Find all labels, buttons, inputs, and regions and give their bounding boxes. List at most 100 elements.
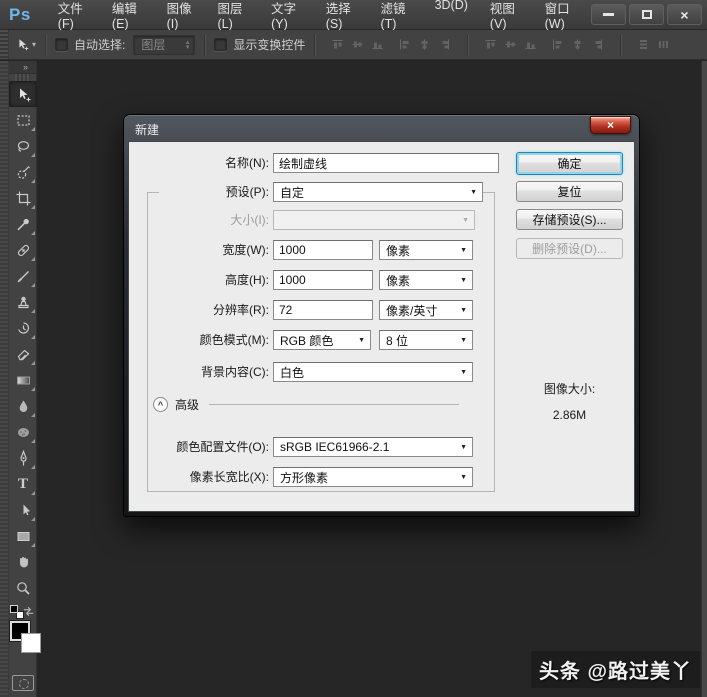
tool-lasso[interactable] (9, 133, 37, 159)
advanced-expander[interactable]: ^ 高级 (153, 396, 460, 413)
minimize-button[interactable] (591, 4, 626, 25)
color-mode-dropdown[interactable]: RGB 颜色 ▼ (273, 330, 371, 350)
tool-eraser[interactable] (9, 341, 37, 367)
history-brush-tool-icon (17, 321, 29, 334)
dropdown-arrow-icon: ▼ (460, 369, 467, 376)
marquee-tool-icon (16, 114, 30, 126)
distribute-vertical-space-icon[interactable] (635, 34, 652, 56)
width-unit-dropdown[interactable]: 像素 ▼ (379, 240, 473, 260)
pixel-aspect-label: 像素长宽比(X): (189, 470, 269, 484)
tool-sponge[interactable] (9, 419, 37, 445)
swap-colors-button[interactable] (22, 605, 35, 621)
tool-history-brush[interactable] (9, 315, 37, 341)
resolution-input[interactable] (273, 300, 373, 320)
auto-select-target-dropdown[interactable]: 图层 ▴ ▾ (133, 34, 196, 55)
close-icon: × (680, 6, 689, 23)
distribute-horizontal-space-icon[interactable] (655, 34, 672, 56)
dropdown-arrow-icon: ▼ (460, 444, 467, 451)
tool-blur[interactable] (9, 393, 37, 419)
resolution-unit-dropdown[interactable]: 像素/英寸 ▼ (379, 300, 473, 320)
tool-crop[interactable] (9, 185, 37, 211)
tool-rectangle-shape[interactable] (9, 523, 37, 549)
width-unit-value: 像素 (386, 243, 411, 258)
align-group-3 (482, 34, 539, 56)
align-vertical-centers-icon[interactable] (349, 34, 366, 56)
name-input[interactable] (273, 153, 499, 173)
separator (314, 33, 316, 56)
distribute-vertical-centers-icon[interactable] (502, 34, 519, 56)
tool-gradient[interactable] (9, 367, 37, 393)
options-bar: ▾ 自动选择: 图层 ▴ ▾ 显示变换控件 (0, 30, 707, 60)
zoom-tool-icon (16, 581, 30, 595)
distribute-bottom-edges-icon[interactable] (522, 34, 539, 56)
rectangle-shape-tool-icon (17, 531, 29, 541)
distribute-left-edges-icon[interactable] (549, 34, 566, 56)
pixel-aspect-dropdown[interactable]: 方形像素 ▼ (273, 467, 473, 487)
close-window-button[interactable]: × (667, 4, 702, 25)
reset-button[interactable]: 复位 (516, 181, 623, 202)
eraser-tool-icon (17, 349, 29, 360)
tools-panel-grip[interactable] (0, 61, 9, 697)
align-bottom-edges-icon[interactable] (369, 34, 386, 56)
color-profile-label: 颜色配置文件(O): (176, 440, 269, 454)
height-label: 高度(H): (225, 273, 269, 287)
tool-zoom[interactable] (9, 575, 37, 601)
quick-mask-button[interactable] (11, 675, 34, 691)
align-left-edges-icon[interactable] (396, 34, 413, 56)
caret-down-icon: ▾ (32, 40, 37, 49)
tool-rectangular-marquee[interactable] (9, 107, 37, 133)
dropdown-arrow-icon: ▼ (460, 307, 467, 314)
dropdown-arrow-icon: ▼ (460, 474, 467, 481)
bit-depth-value: 8 位 (386, 333, 409, 348)
tool-brush[interactable] (9, 263, 37, 289)
ok-button[interactable]: 确定 (516, 152, 623, 175)
default-foreground-icon (10, 605, 18, 613)
auto-select-checkbox[interactable] (55, 38, 69, 51)
color-profile-dropdown[interactable]: sRGB IEC61966-2.1 ▼ (273, 437, 473, 457)
tool-path-selection[interactable] (9, 497, 37, 523)
options-bar-grip[interactable] (0, 30, 9, 59)
show-transform-label: 显示变换控件 (233, 38, 306, 52)
tool-type[interactable]: T (9, 471, 37, 497)
panel-dock-edge[interactable] (701, 61, 707, 697)
height-input[interactable] (273, 270, 373, 290)
dialog-title-bar[interactable]: 新建 (124, 115, 639, 141)
tool-eyedropper[interactable] (9, 211, 37, 237)
tools-panel-collapse[interactable]: » (9, 61, 36, 74)
height-unit-dropdown[interactable]: 像素 ▼ (379, 270, 473, 290)
align-horizontal-centers-icon[interactable] (416, 34, 433, 56)
width-input[interactable] (273, 240, 373, 260)
background-color-swatch[interactable] (21, 633, 41, 653)
tool-quick-selection[interactable] (9, 159, 37, 185)
tool-clone-stamp[interactable] (9, 289, 37, 315)
align-right-edges-icon[interactable] (436, 34, 453, 56)
align-top-edges-icon[interactable] (329, 34, 346, 56)
size-label: 大小(I): (230, 213, 269, 227)
distribute-right-edges-icon[interactable] (589, 34, 606, 56)
type-tool-icon: T (17, 475, 28, 492)
separator (45, 33, 47, 56)
distribute-top-edges-icon[interactable] (482, 34, 499, 56)
resolution-label: 分辨率(R): (213, 303, 269, 317)
delete-preset-button[interactable]: 删除预设(D)... (516, 238, 623, 259)
tool-hand[interactable] (9, 549, 37, 575)
tool-pen[interactable] (9, 445, 37, 471)
color-profile-value: sRGB IEC61966-2.1 (280, 440, 390, 454)
tool-preset-picker[interactable]: ▾ (15, 37, 36, 52)
save-preset-button[interactable]: 存储预设(S)... (516, 209, 623, 230)
separator (620, 33, 622, 56)
bit-depth-dropdown[interactable]: 8 位 ▼ (379, 330, 473, 350)
size-dropdown[interactable]: ▼ (273, 210, 475, 230)
tool-healing-brush[interactable] (9, 237, 37, 263)
dropdown-arrow-icon: ▼ (460, 247, 467, 254)
width-label: 宽度(W): (222, 243, 269, 257)
distribute-horizontal-centers-icon[interactable] (569, 34, 586, 56)
tools-panel-handle[interactable] (15, 74, 30, 81)
background-dropdown[interactable]: 白色 ▼ (273, 362, 473, 382)
healing-brush-tool-icon (17, 244, 29, 256)
dialog-close-button[interactable]: × (590, 116, 631, 134)
maximize-button[interactable] (629, 4, 664, 25)
dialog-title: 新建 (135, 123, 160, 137)
show-transform-checkbox[interactable] (214, 38, 228, 51)
tool-move[interactable] (9, 81, 37, 107)
